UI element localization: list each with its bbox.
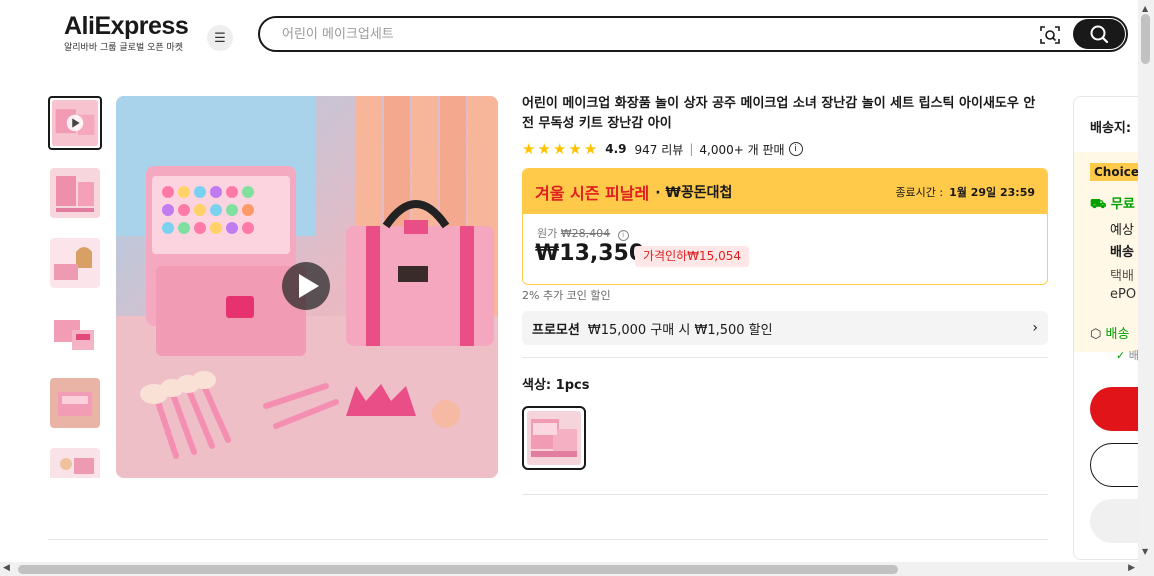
sale-price: ₩13,350 (535, 241, 645, 266)
scroll-up-icon[interactable]: ▲ (1142, 4, 1148, 13)
main-product-image[interactable] (116, 96, 498, 478)
scroll-right-icon[interactable]: ▶ (1128, 563, 1135, 573)
thumbnail-image (50, 378, 100, 428)
estimate-label: 예상 (1110, 223, 1134, 238)
aliexpress-logo[interactable]: AliExpress 알리바바 그룹 글로벌 오픈 마켓 (64, 12, 189, 53)
estimate-value: 배송 (1110, 245, 1134, 260)
info-icon[interactable]: i (788, 142, 803, 156)
thumbnail-2[interactable] (50, 168, 100, 218)
choice-badge: Choice (1090, 163, 1143, 181)
logo-tagline: 알리바바 그룹 글로벌 오픈 마켓 (64, 43, 184, 53)
thumbnail-3[interactable] (50, 238, 100, 288)
page: AliExpress 알리바바 그룹 글로벌 오픈 마켓 ☰ 어린이 메이크업세… (0, 0, 1154, 576)
deal-subtitle: · ₩꽁돈대첩 (655, 184, 733, 201)
image-search-icon[interactable] (1040, 25, 1060, 45)
star-icon: ★ (583, 139, 598, 158)
original-label: 원가 (537, 227, 558, 240)
thumbnail-video[interactable] (48, 96, 102, 150)
original-price: 원가 ₩28,404 i (537, 225, 629, 241)
thumbnail-image (52, 100, 98, 146)
thumbnail-5[interactable] (50, 378, 100, 428)
info-icon[interactable]: i (617, 230, 629, 241)
original-price-value: ₩28,404 (560, 227, 611, 240)
deal-end: 종료시간 : 1월 29일 23:59 (895, 184, 1035, 200)
divider (522, 357, 1048, 358)
search-bar (258, 16, 1128, 52)
rating-value: 4.9 (605, 142, 627, 156)
thumbnail-image (50, 168, 100, 218)
coin-discount: 2% 추가 코인 할인 (522, 289, 611, 302)
thumbnail-4[interactable] (50, 308, 100, 358)
deal-end-time: 1월 29일 23:59 (949, 185, 1035, 199)
divider (522, 494, 1048, 495)
star-icon: ★ (537, 139, 551, 158)
thumbnail-image (50, 238, 100, 288)
search-icon (1090, 25, 1109, 44)
chevron-right-icon: › (1032, 320, 1038, 336)
deal-header: 겨울 시즌 피날레 · ₩꽁돈대첩 종료시간 : 1월 29일 23:59 (523, 169, 1047, 214)
promotion-label: 프로모션 (532, 322, 580, 338)
search-input[interactable] (282, 24, 982, 44)
color-option[interactable] (522, 406, 586, 470)
rating-row[interactable]: ★ ★ ★ ★ ★ 4.9 947 리뷰 | 4,000+ 개 판매 i (522, 140, 803, 158)
safe-delivery: ⬡ 배송 (1090, 323, 1129, 342)
ship-to-label[interactable]: 배송지: (1090, 117, 1131, 136)
vertical-scroll-thumb[interactable] (1141, 14, 1150, 64)
vertical-scrollbar[interactable]: ▲ ▼ (1138, 0, 1154, 576)
star-icon: ★ (552, 139, 567, 158)
star-icon: ★ (522, 139, 536, 158)
rating-stars: ★ ★ ★ ★ ★ (522, 139, 598, 158)
courier-label: 택배 (1110, 269, 1134, 284)
thumbnail-image (50, 308, 100, 358)
product-title: 어린이 메이크업 화장품 놀이 상자 공주 메이크업 소녀 장난감 놀이 세트 … (522, 96, 1036, 131)
deal-box: 겨울 시즌 피날레 · ₩꽁돈대첩 종료시간 : 1월 29일 23:59 원가 … (522, 168, 1048, 285)
search-button[interactable] (1073, 19, 1125, 49)
scroll-down-icon[interactable]: ▼ (1142, 547, 1148, 556)
safe-delivery-label: 배송 (1105, 327, 1130, 342)
box-icon: ⬡ (1090, 327, 1102, 342)
deal-title: 겨울 시즌 피날레 (535, 183, 650, 203)
review-count[interactable]: 947 리뷰 (635, 141, 684, 158)
free-shipping-label: 무료 (1110, 197, 1135, 212)
sold-count: 4,000+ 개 판매 (699, 142, 785, 157)
separator: | (689, 142, 694, 156)
check-icon: ✓ (1116, 349, 1126, 362)
thumbnail-image (50, 448, 100, 478)
color-label: 색상: 1pcs (522, 378, 590, 393)
color-option-image (527, 411, 581, 465)
horizontal-scroll-thumb[interactable] (18, 565, 898, 574)
truck-icon: ⛟ (1090, 197, 1107, 212)
product-photo (116, 96, 498, 478)
thumbnail-6[interactable] (50, 448, 100, 478)
promotion-row[interactable]: 프로모션 ₩15,000 구매 시 ₩1,500 할인 › (522, 311, 1048, 345)
logo-wordmark: AliExpress (64, 12, 189, 40)
epost-label: ePO (1110, 287, 1137, 302)
free-shipping: ⛟ 무료 (1090, 193, 1135, 214)
divider (48, 539, 1048, 540)
safe-delivery-sub: ✓ 배 (1116, 347, 1139, 363)
star-icon: ★ (568, 139, 582, 158)
horizontal-scrollbar[interactable]: ◀ ▶ (0, 562, 1138, 576)
thumbnail-list (48, 96, 102, 478)
promotion-text: ₩15,000 구매 시 ₩1,500 할인 (587, 322, 773, 338)
scroll-left-icon[interactable]: ◀ (3, 563, 10, 573)
deal-end-label: 종료시간 : (895, 185, 944, 199)
discount-badge: 가격인하₩15,054 (635, 246, 750, 267)
menu-icon[interactable]: ☰ (207, 25, 233, 51)
